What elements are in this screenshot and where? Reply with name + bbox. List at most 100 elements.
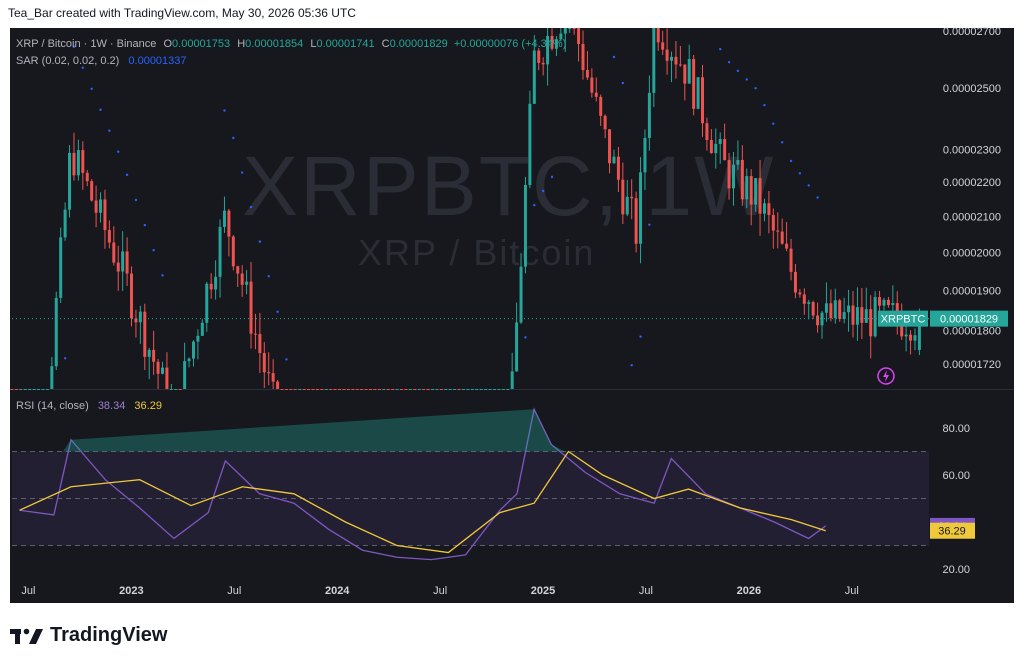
sar-dot: [541, 189, 545, 193]
candle-body: [152, 349, 156, 362]
time-axis-label: Jul: [21, 585, 35, 597]
candle-body: [178, 389, 182, 390]
candle-body: [869, 309, 873, 337]
sar-dot: [630, 364, 633, 367]
candle-body: [346, 389, 350, 390]
candle-body: [528, 103, 532, 186]
candle-body: [45, 389, 49, 390]
candle-body: [692, 59, 696, 109]
candle-body: [829, 303, 833, 319]
sar-dot: [117, 150, 120, 153]
sar-dot: [648, 223, 651, 226]
candle-body: [81, 150, 85, 173]
candle-body: [236, 266, 240, 274]
candle-body: [422, 389, 426, 390]
time-axis-label: 2025: [531, 585, 555, 597]
candle-body: [32, 389, 36, 390]
price-tick-label: 0.00001800: [943, 325, 1001, 337]
candle-body: [608, 129, 612, 164]
candle-body: [338, 389, 342, 390]
sar-dot: [258, 240, 262, 243]
sar-dot: [612, 55, 616, 59]
change-value: +0.00000076 (+4.34%): [453, 38, 567, 50]
candle-body: [76, 150, 80, 176]
candle-body: [488, 389, 492, 390]
candle-body: [59, 237, 63, 298]
sar-dot: [125, 173, 129, 177]
candle-body: [94, 200, 98, 213]
rsi-label: RSI (14, close): [16, 400, 89, 412]
sar-legend[interactable]: SAR (0.02, 0.02, 0.2) 0.00001337: [16, 55, 187, 67]
price-tick-label: 0.00002300: [943, 144, 1001, 156]
candle-body: [302, 389, 306, 390]
candle-body: [160, 367, 164, 374]
candle-body: [271, 373, 275, 382]
symbol-name[interactable]: XRP / Bitcoin · 1W · Binance: [16, 38, 156, 50]
candle-body: [329, 389, 333, 390]
candle-body: [758, 178, 762, 214]
candle-body: [14, 389, 18, 390]
candle-body: [656, 28, 660, 43]
price-tick-label: 0.00002700: [943, 26, 1001, 38]
candle-body: [284, 389, 288, 390]
tradingview-brand-text: TradingView: [50, 624, 168, 646]
candle-body: [484, 389, 488, 390]
candle-body: [749, 176, 753, 205]
sar-dot: [223, 109, 226, 112]
candle-body: [231, 236, 235, 267]
sar-dot: [267, 274, 270, 278]
candle-body: [572, 28, 576, 29]
candle-body: [351, 389, 355, 390]
sar-dot: [780, 141, 784, 144]
candle-body: [373, 389, 377, 390]
candle-body: [616, 156, 620, 180]
open-label: O: [163, 38, 173, 50]
candle-body: [767, 203, 771, 216]
candle-body: [280, 389, 284, 390]
candle-body: [515, 322, 519, 372]
candle-body: [652, 28, 656, 93]
candle-body: [497, 389, 501, 390]
chart-canvas[interactable]: 0.00002700 0.00002500 0.00002300 0.00002200…: [0, 0, 1024, 667]
candle-body: [718, 139, 722, 144]
sar-dot: [789, 159, 793, 163]
candle-body: [475, 389, 479, 390]
candle-body: [785, 243, 789, 249]
candle-body: [187, 358, 191, 362]
candle-body: [448, 389, 452, 390]
sar-dot: [736, 69, 740, 73]
candle-body: [360, 389, 364, 390]
candle-body: [612, 156, 616, 164]
candle-body: [519, 266, 523, 323]
rsi-legend[interactable]: RSI (14, close) 38.34 36.29: [16, 400, 162, 412]
candle-body: [568, 28, 572, 29]
candle-body: [50, 366, 54, 389]
candle-body: [408, 389, 412, 390]
candle-body: [701, 77, 705, 124]
sar-dot: [90, 87, 93, 90]
candle-body: [245, 281, 249, 285]
rsi-value: 38.34: [97, 400, 126, 412]
candle-body: [156, 361, 160, 374]
candle-body: [537, 50, 541, 63]
candle-body: [391, 389, 395, 390]
candle-body: [307, 389, 311, 390]
sar-dot: [63, 357, 67, 360]
candle-body: [594, 92, 598, 97]
candle-body: [37, 389, 41, 390]
sar-dot: [99, 108, 102, 111]
low-value: 0.00001741: [316, 38, 375, 50]
candle-body: [563, 28, 567, 34]
sar-dot: [249, 205, 253, 209]
candle-body: [99, 199, 103, 213]
sar-dot: [639, 335, 642, 338]
price-tick-label: 0.00002200: [943, 177, 1001, 189]
candle-body: [355, 389, 359, 390]
candle-body: [621, 179, 625, 215]
candle-body: [523, 185, 527, 267]
candle-body: [435, 389, 439, 390]
candle-body: [72, 152, 76, 176]
sar-dot: [772, 122, 775, 125]
sar-dot: [240, 171, 244, 174]
candle-body: [386, 389, 390, 390]
